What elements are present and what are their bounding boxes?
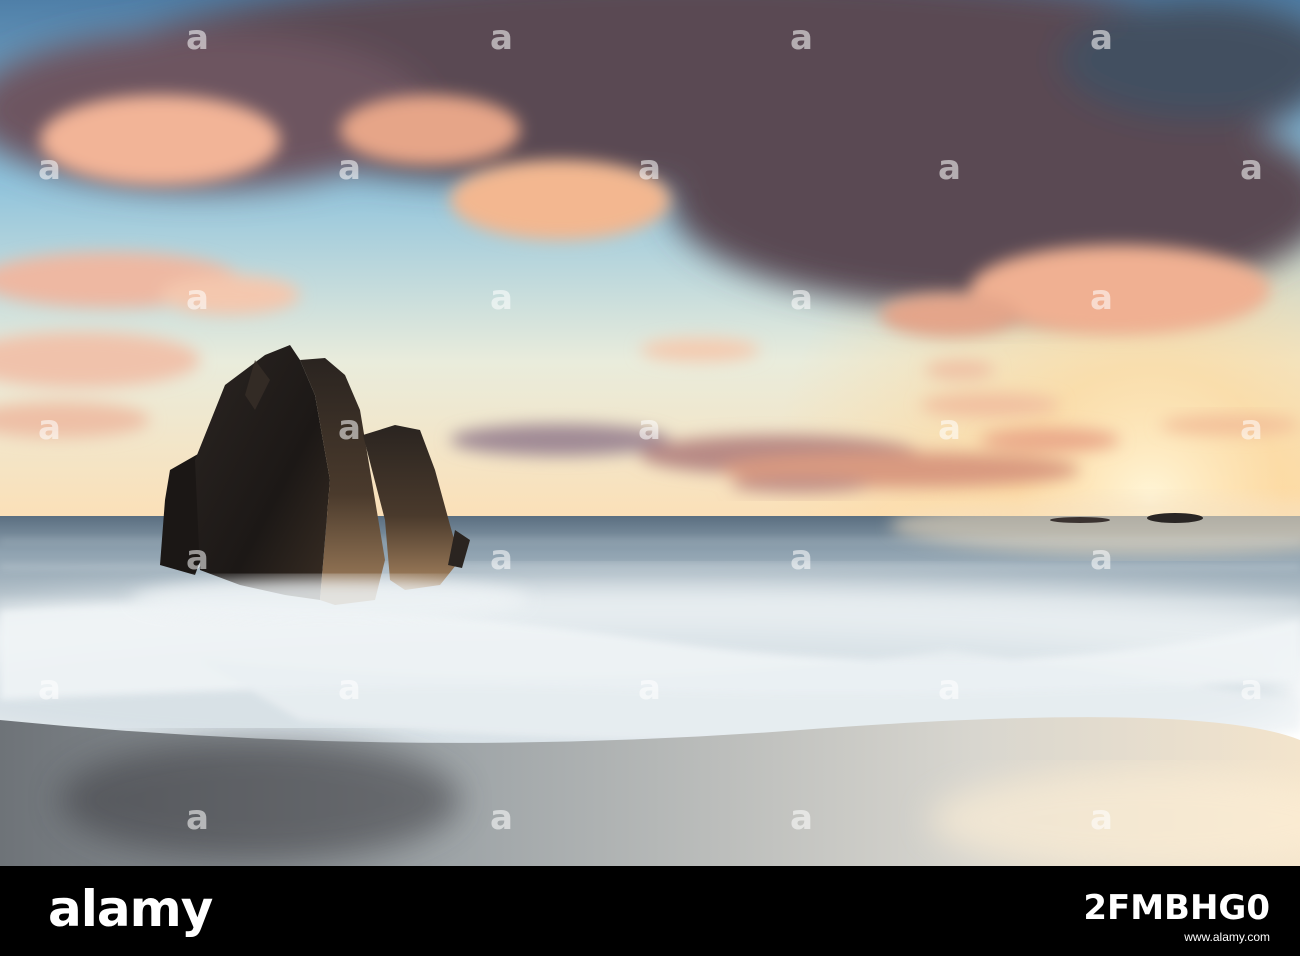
brand-logo: alamy (48, 880, 213, 938)
stock-footer-bar: alamy 2FMBHG0 www.alamy.com (0, 866, 1300, 956)
image-id: 2FMBHG0 (1083, 888, 1270, 928)
seascape-illustration (0, 0, 1300, 866)
distant-rock (1147, 513, 1203, 523)
seascape-photo: a a a a a a a a a a a a a a a a a a a a … (0, 0, 1300, 866)
site-url: www.alamy.com (1184, 930, 1270, 944)
